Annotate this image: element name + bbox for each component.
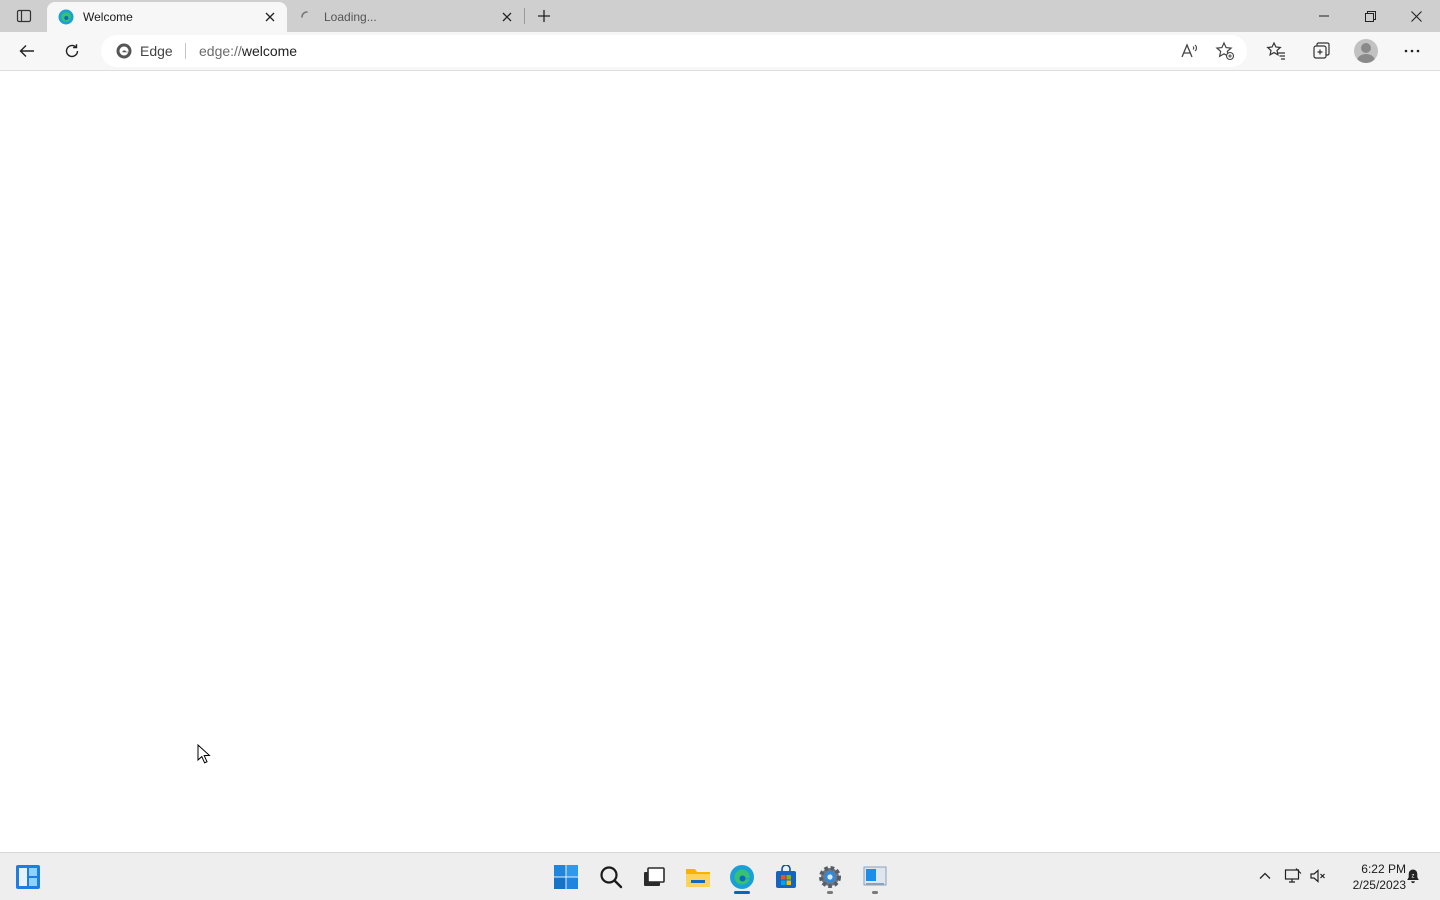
running-app-indicator xyxy=(872,891,878,894)
windows-start-icon xyxy=(554,865,578,889)
store-icon xyxy=(776,865,796,888)
speaker-muted-icon xyxy=(1310,869,1325,883)
tab-divider xyxy=(524,8,525,24)
notification-bell-icon: z xyxy=(1407,869,1419,884)
restore-button[interactable] xyxy=(1347,0,1393,32)
loading-spinner-icon xyxy=(298,8,316,26)
file-explorer-button[interactable] xyxy=(680,859,716,895)
star-add-icon xyxy=(1215,41,1235,61)
start-button[interactable] xyxy=(548,859,584,895)
edge-icon xyxy=(730,865,754,889)
refresh-button[interactable] xyxy=(57,36,87,66)
task-view-icon xyxy=(644,867,665,886)
tab-loading[interactable]: Loading... xyxy=(288,2,524,32)
url-scheme: edge:// xyxy=(199,43,242,59)
show-hidden-icons-button[interactable] xyxy=(1254,865,1276,887)
close-tab-icon[interactable] xyxy=(259,6,281,28)
svg-text:z: z xyxy=(1412,873,1415,879)
mouse-cursor-icon xyxy=(197,744,211,764)
plus-icon xyxy=(538,10,550,22)
gear-icon xyxy=(819,866,841,888)
volume-tray-button[interactable] xyxy=(1307,865,1329,887)
clock-date: 2/25/2023 xyxy=(1352,878,1406,892)
address-bar[interactable]: Edge edge://welcome xyxy=(101,35,1247,67)
running-app-indicator xyxy=(827,891,833,894)
network-monitor-icon xyxy=(1284,868,1302,883)
edge-taskbar-button[interactable] xyxy=(724,859,760,895)
site-identity-label: Edge xyxy=(140,43,173,59)
browser-toolbar: Edge edge://welcome xyxy=(0,32,1440,71)
tab-title: Welcome xyxy=(83,10,133,24)
taskbar: 6:22 PM 2/25/2023 z xyxy=(0,852,1440,900)
tab-strip: Welcome Loading... xyxy=(0,0,1440,32)
taskbar-search-button[interactable] xyxy=(593,859,629,895)
widgets-button[interactable] xyxy=(10,859,46,895)
app-taskbar-button[interactable] xyxy=(857,859,893,895)
clock-time: 6:22 PM xyxy=(1361,862,1406,876)
file-explorer-icon xyxy=(686,869,710,887)
favorites-list-icon xyxy=(1266,41,1285,60)
page-content[interactable] xyxy=(0,71,1440,852)
tab-actions-icon xyxy=(16,9,32,23)
profile-avatar[interactable] xyxy=(1354,39,1378,63)
close-window-button[interactable] xyxy=(1393,0,1439,32)
address-divider xyxy=(185,43,186,59)
tab-welcome[interactable]: Welcome xyxy=(47,2,287,32)
url-text[interactable]: edge://welcome xyxy=(199,43,297,59)
close-icon xyxy=(1410,10,1422,22)
read-aloud-icon xyxy=(1181,43,1198,58)
app-window-icon xyxy=(863,866,887,886)
tab-actions-button[interactable] xyxy=(10,5,38,27)
network-tray-button[interactable] xyxy=(1282,865,1304,887)
more-dots-icon xyxy=(1404,49,1420,53)
avatar-head xyxy=(1361,43,1371,53)
edge-outline-icon xyxy=(116,43,132,59)
avatar-body xyxy=(1357,54,1375,63)
back-arrow-icon xyxy=(19,45,34,57)
add-favorite-button[interactable] xyxy=(1213,39,1237,63)
minimize-icon xyxy=(1319,15,1329,17)
new-tab-button[interactable] xyxy=(532,4,556,28)
tab-title: Loading... xyxy=(324,10,377,24)
chevron-up-icon xyxy=(1259,872,1271,879)
favorites-button[interactable] xyxy=(1261,36,1291,66)
minimize-button[interactable] xyxy=(1301,0,1347,32)
site-identity-badge[interactable]: Edge xyxy=(115,42,173,60)
edge-logo-icon xyxy=(57,8,75,26)
settings-taskbar-button[interactable] xyxy=(812,859,848,895)
close-tab-icon[interactable] xyxy=(496,6,518,28)
back-button[interactable] xyxy=(12,36,42,66)
notifications-button[interactable]: z xyxy=(1402,865,1424,887)
widgets-icon xyxy=(16,865,40,889)
read-aloud-button[interactable] xyxy=(1177,39,1201,63)
task-view-button[interactable] xyxy=(636,859,672,895)
microsoft-store-button[interactable] xyxy=(768,859,804,895)
url-path: welcome xyxy=(241,43,298,59)
refresh-icon xyxy=(65,44,79,58)
system-clock[interactable]: 6:22 PM 2/25/2023 xyxy=(1336,861,1406,893)
search-icon xyxy=(600,866,623,889)
restore-icon xyxy=(1364,10,1376,22)
collections-button[interactable] xyxy=(1306,36,1336,66)
settings-more-button[interactable] xyxy=(1397,36,1427,66)
collections-icon xyxy=(1313,42,1330,59)
active-app-indicator xyxy=(734,891,750,894)
